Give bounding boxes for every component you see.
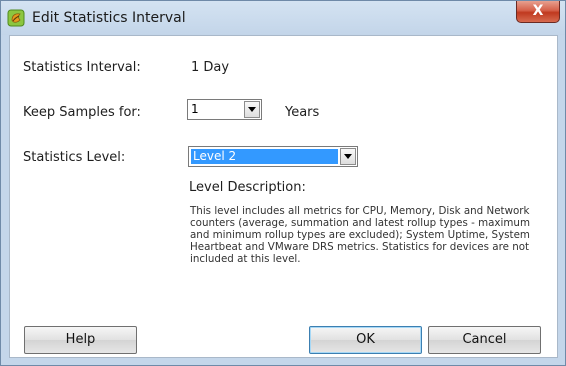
keep-samples-value: 1 [191,102,199,116]
close-button[interactable]: X [516,1,560,23]
cancel-button[interactable]: Cancel [428,326,541,354]
title-bar[interactable]: Edit Statistics Interval X [1,1,565,35]
statistics-level-value: Level 2 [191,149,338,164]
chevron-down-icon[interactable] [244,101,260,118]
close-icon: X [532,3,544,19]
ok-button[interactable]: OK [309,326,422,354]
chevron-down-icon[interactable] [340,148,356,165]
help-button[interactable]: Help [24,326,137,354]
level-description-text: This level includes all metrics for CPU,… [190,205,530,265]
level-description-label: Level Description: [189,180,306,195]
keep-samples-dropdown[interactable]: 1 [187,99,262,120]
window-title: Edit Statistics Interval [32,10,186,26]
statistics-level-dropdown[interactable]: Level 2 [188,146,358,167]
statistics-interval-value: 1 Day [191,60,230,75]
dialog-window: Edit Statistics Interval X Statistics In… [0,0,566,366]
dialog-body: Statistics Interval: 1 Day Keep Samples … [9,35,558,358]
keep-samples-unit: Years [285,105,320,120]
vsphere-logo-icon [7,9,25,27]
statistics-interval-label: Statistics Interval: [23,60,141,75]
statistics-level-label: Statistics Level: [23,150,126,165]
keep-samples-label: Keep Samples for: [23,105,141,120]
